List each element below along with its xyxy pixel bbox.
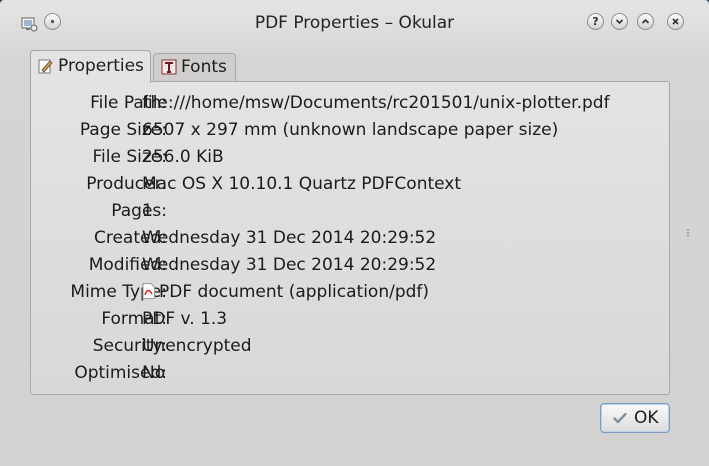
tab-properties[interactable]: Properties [30, 50, 151, 83]
tab-fonts-label: Fonts [181, 57, 227, 77]
property-value[interactable]: 256.0 KiB [142, 144, 224, 170]
property-row-mime-type: Mime Type: PDF document (application/pdf… [31, 279, 671, 305]
tab-properties-label: Properties [58, 56, 144, 76]
property-row-modified: Modified: Wednesday 31 Dec 2014 20:29:52 [31, 252, 671, 278]
property-value[interactable]: Unencrypted [142, 333, 252, 359]
ok-button[interactable]: OK [600, 403, 670, 433]
property-value-mime[interactable]: PDF document (application/pdf) [142, 279, 429, 305]
property-row-pages: Pages: 1 [31, 198, 671, 224]
property-row-security: Security: Unencrypted [31, 333, 671, 359]
property-row-file-size: File Size: 256.0 KiB [31, 144, 671, 170]
properties-panel: File Path: file:///home/msw/Documents/rc… [30, 81, 670, 395]
property-row-producer: Producer: Mac OS X 10.10.1 Quartz PDFCon… [31, 171, 671, 197]
maximize-button[interactable] [637, 13, 654, 30]
property-value[interactable]: No [142, 360, 165, 386]
tab-fonts[interactable]: Fonts [153, 53, 236, 82]
chevron-down-icon [615, 19, 624, 25]
property-value[interactable]: 1 [142, 198, 153, 224]
properties-dialog: PDF Properties – Okular ? Properties Fon… [0, 0, 709, 466]
close-icon [672, 18, 679, 25]
property-row-created: Created: Wednesday 31 Dec 2014 20:29:52 [31, 225, 671, 251]
minimize-button[interactable] [611, 13, 628, 30]
title-bar[interactable]: PDF Properties – Okular ? [0, 0, 709, 46]
chevron-up-icon [641, 18, 650, 24]
close-button[interactable] [667, 13, 684, 30]
property-value[interactable]: file:///home/msw/Documents/rc201501/unix… [142, 90, 610, 116]
property-row-optimised: Optimised: No [31, 360, 671, 386]
property-value[interactable]: 6507 x 297 mm (unknown landscape paper s… [142, 117, 558, 143]
document-edit-icon [38, 59, 53, 74]
font-icon [161, 59, 177, 75]
property-value[interactable]: PDF v. 1.3 [142, 306, 227, 332]
property-row-file-path: File Path: file:///home/msw/Documents/rc… [31, 90, 671, 116]
resize-grip-icon[interactable] [686, 228, 690, 238]
property-label: Pages: [111, 201, 167, 221]
property-row-page-size: Page Size: 6507 x 297 mm (unknown landsc… [31, 117, 671, 143]
property-value[interactable]: Wednesday 31 Dec 2014 20:29:52 [142, 252, 436, 278]
help-button[interactable]: ? [587, 13, 604, 30]
ok-button-label: OK [634, 408, 659, 428]
mime-type-text: PDF document (application/pdf) [159, 282, 430, 302]
help-icon: ? [592, 15, 599, 28]
checkmark-icon [613, 412, 627, 424]
property-value[interactable]: Wednesday 31 Dec 2014 20:29:52 [142, 225, 436, 251]
property-value[interactable]: Mac OS X 10.10.1 Quartz PDFContext [142, 171, 461, 197]
pdf-file-icon [142, 283, 155, 299]
property-row-format: Format: PDF v. 1.3 [31, 306, 671, 332]
